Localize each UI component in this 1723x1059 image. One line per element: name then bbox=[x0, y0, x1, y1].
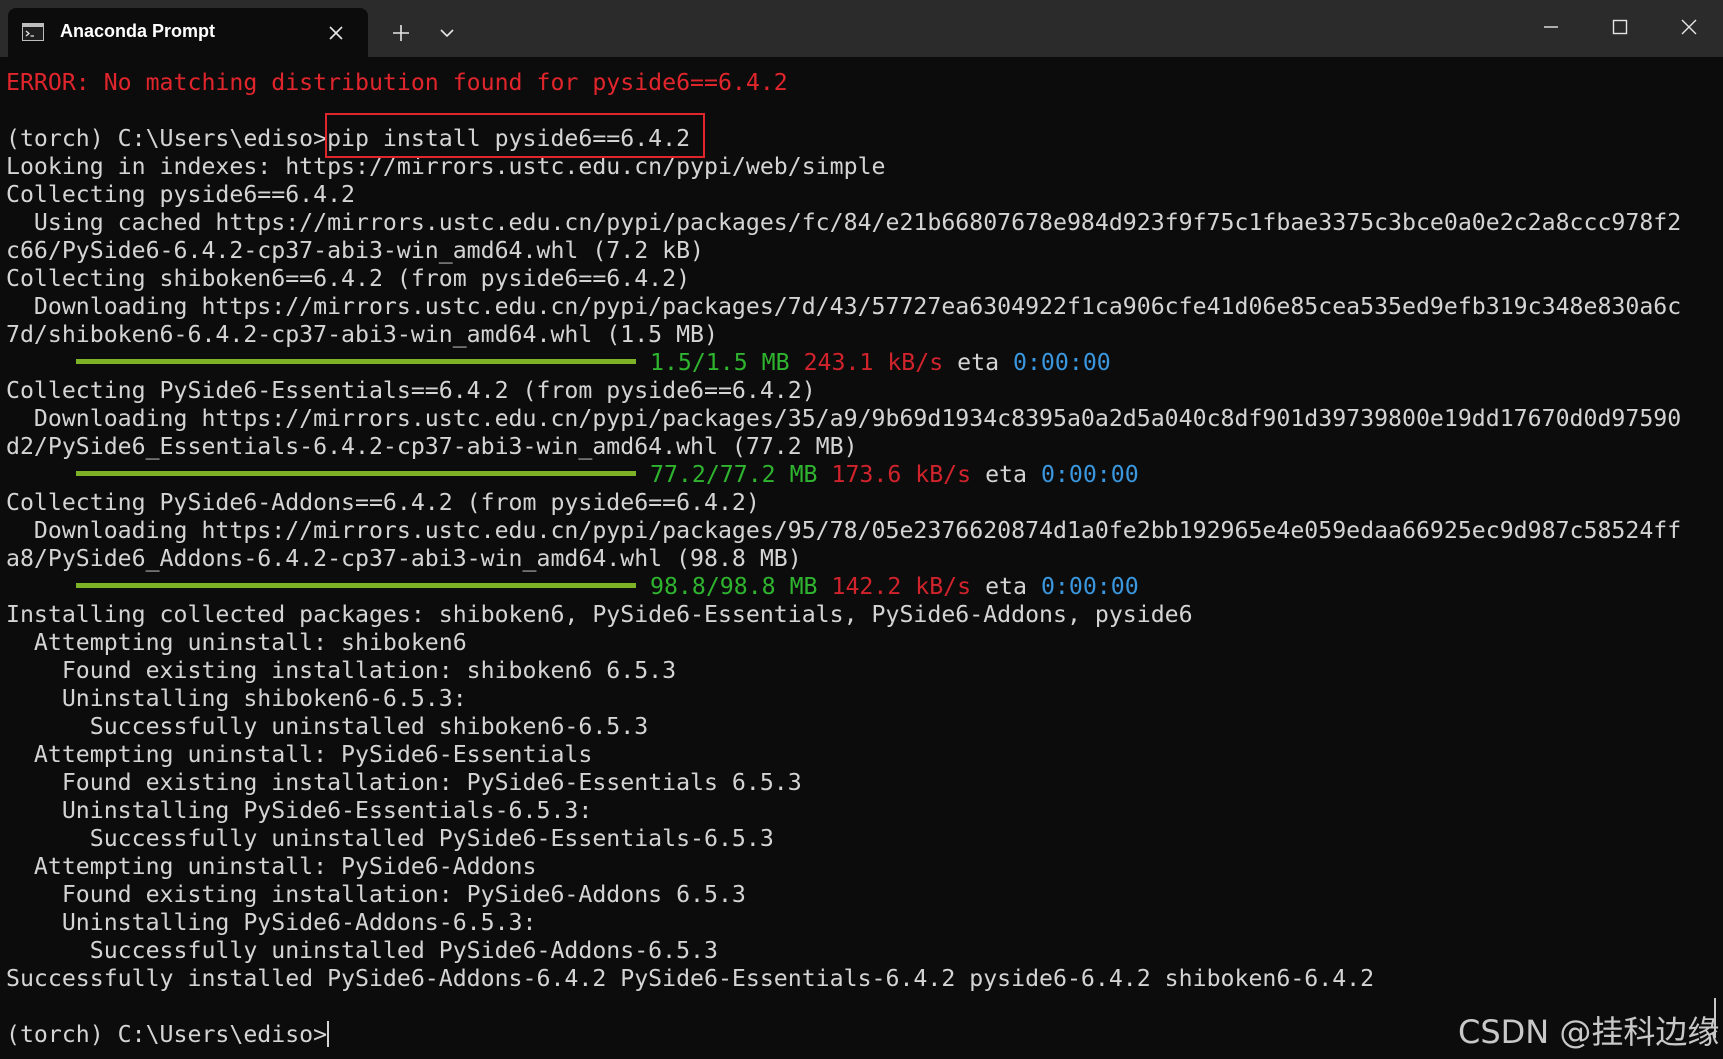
eta-value: 0:00:00 bbox=[1040, 573, 1139, 600]
output-line: Downloading https://mirrors.ustc.edu.cn/… bbox=[6, 293, 1682, 320]
eta-value: 0:00:00 bbox=[1040, 461, 1139, 488]
eta-label: eta bbox=[985, 573, 1027, 600]
title-bar: Anaconda Prompt bbox=[0, 0, 1723, 57]
close-window-icon[interactable] bbox=[1676, 14, 1702, 40]
tab-title: Anaconda Prompt bbox=[60, 21, 216, 41]
eta-label: eta bbox=[985, 461, 1027, 488]
progress-line-1: 1.5/1.5 MB 243.1 kB/s eta 0:00:00 bbox=[6, 349, 1716, 377]
prompt: (torch) C:\Users\ediso> bbox=[6, 125, 328, 152]
chevron-down-icon[interactable] bbox=[434, 20, 460, 46]
output-line: Collecting pyside6==6.4.2 bbox=[6, 181, 356, 208]
output-line: Collecting PySide6-Addons==6.4.2 (from p… bbox=[6, 489, 760, 516]
prompt: (torch) C:\Users\ediso> bbox=[6, 1021, 328, 1048]
output-line: Uninstalling PySide6-Addons-6.5.3: bbox=[6, 909, 537, 936]
output-line: Successfully installed PySide6-Addons-6.… bbox=[6, 965, 1375, 992]
terminal-icon bbox=[22, 23, 44, 41]
progress-size: 1.5/1.5 MB bbox=[650, 349, 790, 376]
output-line: Successfully uninstalled PySide6-Essenti… bbox=[6, 825, 774, 852]
output-line: Found existing installation: shiboken6 6… bbox=[6, 657, 677, 684]
output-line: Downloading https://mirrors.ustc.edu.cn/… bbox=[6, 405, 1682, 432]
output-line: Found existing installation: PySide6-Ess… bbox=[6, 769, 802, 796]
progress-line-2: 77.2/77.2 MB 173.6 kB/s eta 0:00:00 bbox=[6, 461, 1716, 489]
terminal-window: Anaconda Prompt ERROR: No matching distr… bbox=[0, 0, 1723, 1059]
scrollbar[interactable] bbox=[1714, 998, 1716, 1038]
close-icon[interactable] bbox=[326, 23, 346, 43]
progress-bar bbox=[76, 471, 636, 476]
progress-speed: 243.1 kB/s bbox=[803, 349, 944, 376]
progress-line-3: 98.8/98.8 MB 142.2 kB/s eta 0:00:00 bbox=[6, 573, 1716, 601]
output-line: Uninstalling shiboken6-6.5.3: bbox=[6, 685, 467, 712]
output-line: Looking in indexes: https://mirrors.ustc… bbox=[6, 153, 886, 180]
output-line: Uninstalling PySide6-Essentials-6.5.3: bbox=[6, 797, 593, 824]
output-line: Found existing installation: PySide6-Add… bbox=[6, 881, 746, 908]
output-line: Using cached https://mirrors.ustc.edu.cn… bbox=[6, 209, 1682, 236]
text-cursor bbox=[327, 1020, 330, 1047]
terminal-output[interactable]: ERROR: No matching distribution found fo… bbox=[6, 69, 1716, 1054]
output-line: Successfully uninstalled PySide6-Addons-… bbox=[6, 937, 718, 964]
output-line: c66/PySide6-6.4.2-cp37-abi3-win_amd64.wh… bbox=[6, 237, 705, 264]
progress-speed: 173.6 kB/s bbox=[831, 461, 972, 488]
progress-speed: 142.2 kB/s bbox=[831, 573, 972, 600]
output-line: a8/PySide6_Addons-6.4.2-cp37-abi3-win_am… bbox=[6, 545, 802, 572]
maximize-icon[interactable] bbox=[1607, 14, 1633, 40]
output-line: Installing collected packages: shiboken6… bbox=[6, 601, 1193, 628]
output-line: d2/PySide6_Essentials-6.4.2-cp37-abi3-wi… bbox=[6, 433, 858, 460]
output-line: Collecting PySide6-Essentials==6.4.2 (fr… bbox=[6, 377, 816, 404]
eta-value: 0:00:00 bbox=[1013, 349, 1111, 376]
command-line: (torch) C:\Users\ediso>pip install pysid… bbox=[6, 125, 1716, 153]
output-line: Attempting uninstall: PySide6-Addons bbox=[6, 853, 537, 880]
eta-label: eta bbox=[957, 349, 1000, 376]
progress-size: 98.8/98.8 MB bbox=[650, 573, 818, 600]
progress-bar bbox=[76, 583, 636, 588]
output-line: Downloading https://mirrors.ustc.edu.cn/… bbox=[6, 517, 1682, 544]
plus-icon[interactable] bbox=[388, 20, 414, 46]
output-line: Successfully uninstalled shiboken6-6.5.3 bbox=[6, 713, 649, 740]
output-line: Collecting shiboken6==6.4.2 (from pyside… bbox=[6, 265, 691, 292]
error-line: ERROR: No matching distribution found fo… bbox=[6, 69, 788, 96]
command: pip install pyside6==6.4.2 bbox=[327, 125, 691, 152]
progress-bar bbox=[76, 359, 636, 364]
output-line: Attempting uninstall: PySide6-Essentials bbox=[6, 741, 593, 768]
progress-size: 77.2/77.2 MB bbox=[650, 461, 818, 488]
minimize-icon[interactable] bbox=[1538, 14, 1564, 40]
tab-anaconda-prompt[interactable]: Anaconda Prompt bbox=[8, 8, 368, 57]
output-line: Attempting uninstall: shiboken6 bbox=[6, 629, 467, 656]
watermark: CSDN @挂科边缘 bbox=[1458, 1013, 1720, 1051]
output-line: 7d/shiboken6-6.4.2-cp37-abi3-win_amd64.w… bbox=[6, 321, 718, 348]
